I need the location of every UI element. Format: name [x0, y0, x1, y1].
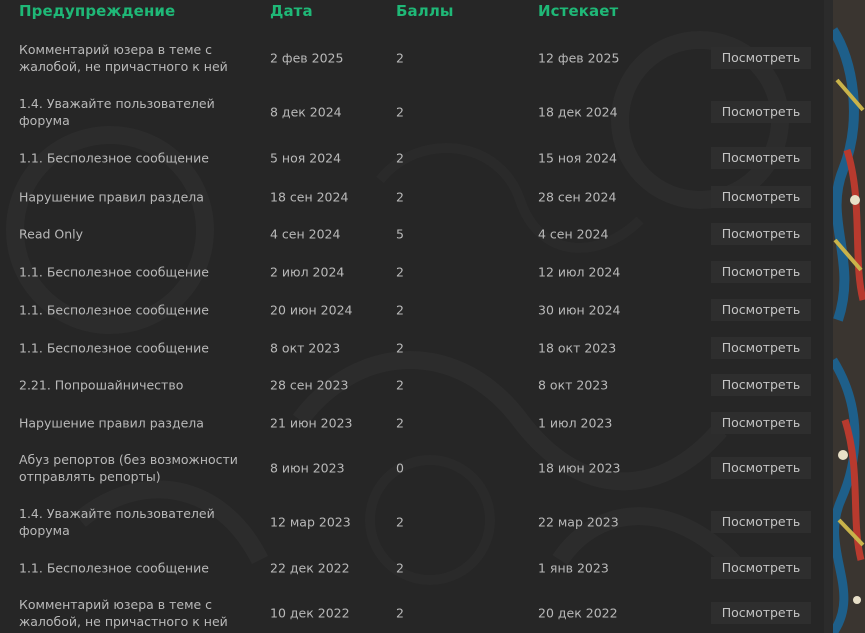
expires-text: 12 фев 2025	[538, 50, 620, 66]
table-row: 1.1. Бесполезное сообщение 20 июн 2024 2 30…	[0, 291, 824, 329]
points-text: 2	[396, 264, 404, 280]
column-header-expires: Истекает	[538, 2, 619, 20]
expires-text: 28 сен 2024	[538, 189, 617, 204]
expires-text: 30 июн 2024	[538, 302, 621, 318]
column-header-date: Дата	[270, 2, 313, 20]
view-button[interactable]: Посмотреть	[711, 47, 811, 69]
warning-text: 1.4. Уважайте пользователей форума	[19, 96, 215, 128]
table-row: 1.4. Уважайте пользователей форума 8 дек …	[0, 86, 824, 138]
warnings-table: Предупреждение Дата Баллы Истекает Комме…	[0, 0, 824, 633]
expires-text: 4 сен 2024	[538, 226, 609, 242]
expires-text: 18 июн 2023	[538, 460, 621, 476]
view-button[interactable]: Посмотреть	[711, 457, 811, 479]
table-row: Нарушение правил раздела 21 июн 2023 2 1 ию…	[0, 404, 824, 441]
table-row: 2.21. Попрошайничество 28 сен 2023 2 8 окт …	[0, 366, 824, 404]
warning-text: Абуз репортов (без возможности отправлят…	[19, 452, 238, 484]
view-button[interactable]: Посмотреть	[711, 411, 811, 434]
points-text: 2	[396, 560, 404, 576]
date-text: 8 дек 2024	[270, 104, 342, 120]
view-button[interactable]: Посмотреть	[711, 147, 811, 169]
table-row: Комментарий юзера в теме с жалобой, не п…	[0, 587, 824, 633]
date-text: 28 сен 2023	[270, 377, 349, 393]
points-text: 2	[396, 514, 404, 530]
date-text: 21 июн 2023	[270, 415, 353, 430]
warning-text: 1.1. Бесполезное сообщение	[19, 560, 209, 576]
table-row: Read Only 4 сен 2024 5 4 сен 2024 Посмотреть	[0, 215, 824, 253]
points-text: 2	[396, 189, 404, 204]
table-row: 1.1. Бесполезное сообщение 22 дек 2022 2 1 …	[0, 549, 824, 587]
points-text: 2	[396, 150, 404, 166]
expires-text: 12 июл 2024	[538, 264, 621, 280]
date-text: 22 дек 2022	[270, 560, 350, 576]
points-text: 2	[396, 50, 404, 66]
date-text: 8 окт 2023	[270, 340, 341, 355]
warning-text: Нарушение правил раздела	[19, 415, 204, 430]
points-text: 5	[396, 226, 404, 242]
table-row: Комментарий юзера в теме с жалобой, не п…	[0, 30, 824, 86]
view-button[interactable]: Посмотреть	[711, 336, 811, 359]
background-artwork	[833, 0, 865, 633]
table-row: 1.1. Бесполезное сообщение 8 окт 2023 2 18 …	[0, 329, 824, 366]
view-button[interactable]: Посмотреть	[711, 511, 811, 533]
warning-text: Read Only	[19, 226, 84, 242]
column-header-warning: Предупреждение	[19, 2, 176, 20]
warning-text: Комментарий юзера в теме с жалобой, не п…	[19, 597, 228, 629]
warning-text: 1.1. Бесполезное сообщение	[19, 302, 209, 318]
date-text: 8 июн 2023	[270, 460, 345, 476]
points-text: 0	[396, 460, 404, 476]
points-text: 2	[396, 415, 404, 430]
table-header: Предупреждение Дата Баллы Истекает	[0, 0, 824, 30]
view-button[interactable]: Посмотреть	[711, 101, 811, 123]
table-body: Комментарий юзера в теме с жалобой, не п…	[0, 30, 824, 633]
expires-text: 18 окт 2023	[538, 340, 617, 355]
view-button[interactable]: Посмотреть	[711, 261, 811, 283]
date-text: 4 сен 2024	[270, 226, 341, 242]
date-text: 5 ноя 2024	[270, 150, 342, 166]
warning-text: 1.1. Бесполезное сообщение	[19, 150, 209, 166]
date-text: 10 дек 2022	[270, 605, 350, 621]
warnings-panel: Предупреждение Дата Баллы Истекает Комме…	[0, 0, 833, 633]
expires-text: 20 дек 2022	[538, 605, 618, 621]
date-text: 2 июл 2024	[270, 264, 345, 280]
warning-text: Комментарий юзера в теме с жалобой, не п…	[19, 42, 228, 74]
table-row: 1.1. Бесполезное сообщение 5 ноя 2024 2 15 …	[0, 138, 824, 178]
expires-text: 22 мар 2023	[538, 514, 619, 530]
view-button[interactable]: Посмотреть	[711, 185, 811, 208]
table-row: 1.4. Уважайте пользователей форума 12 мар…	[0, 495, 824, 549]
points-text: 2	[396, 302, 404, 318]
date-text: 18 сен 2024	[270, 189, 349, 204]
points-text: 2	[396, 377, 404, 393]
column-header-points: Баллы	[396, 2, 454, 20]
warning-text: 2.21. Попрошайничество	[19, 377, 184, 393]
table-row: 1.1. Бесполезное сообщение 2 июл 2024 2 12 …	[0, 253, 824, 291]
table-row: Нарушение правил раздела 18 сен 2024 2 28 с…	[0, 178, 824, 215]
points-text: 2	[396, 340, 404, 355]
points-text: 2	[396, 605, 404, 621]
expires-text: 1 янв 2023	[538, 560, 609, 576]
view-button[interactable]: Посмотреть	[711, 299, 811, 321]
expires-text: 18 дек 2024	[538, 104, 618, 120]
points-text: 2	[396, 104, 404, 120]
expires-text: 15 ноя 2024	[538, 150, 618, 166]
expires-text: 1 июл 2023	[538, 415, 613, 430]
view-button[interactable]: Посмотреть	[711, 602, 811, 624]
warning-text: Нарушение правил раздела	[19, 189, 204, 204]
panel-edge	[824, 0, 833, 633]
view-button[interactable]: Посмотреть	[711, 557, 811, 579]
date-text: 20 июн 2024	[270, 302, 353, 318]
view-button[interactable]: Посмотреть	[711, 223, 811, 245]
date-text: 2 фев 2025	[270, 50, 344, 66]
view-button[interactable]: Посмотреть	[711, 374, 811, 396]
warning-text: 1.1. Бесполезное сообщение	[19, 264, 209, 280]
table-row: Абуз репортов (без возможности отправлят…	[0, 441, 824, 495]
date-text: 12 мар 2023	[270, 514, 351, 530]
warning-text: 1.4. Уважайте пользователей форума	[19, 506, 215, 538]
warning-text: 1.1. Бесполезное сообщение	[19, 340, 209, 355]
expires-text: 8 окт 2023	[538, 377, 609, 393]
